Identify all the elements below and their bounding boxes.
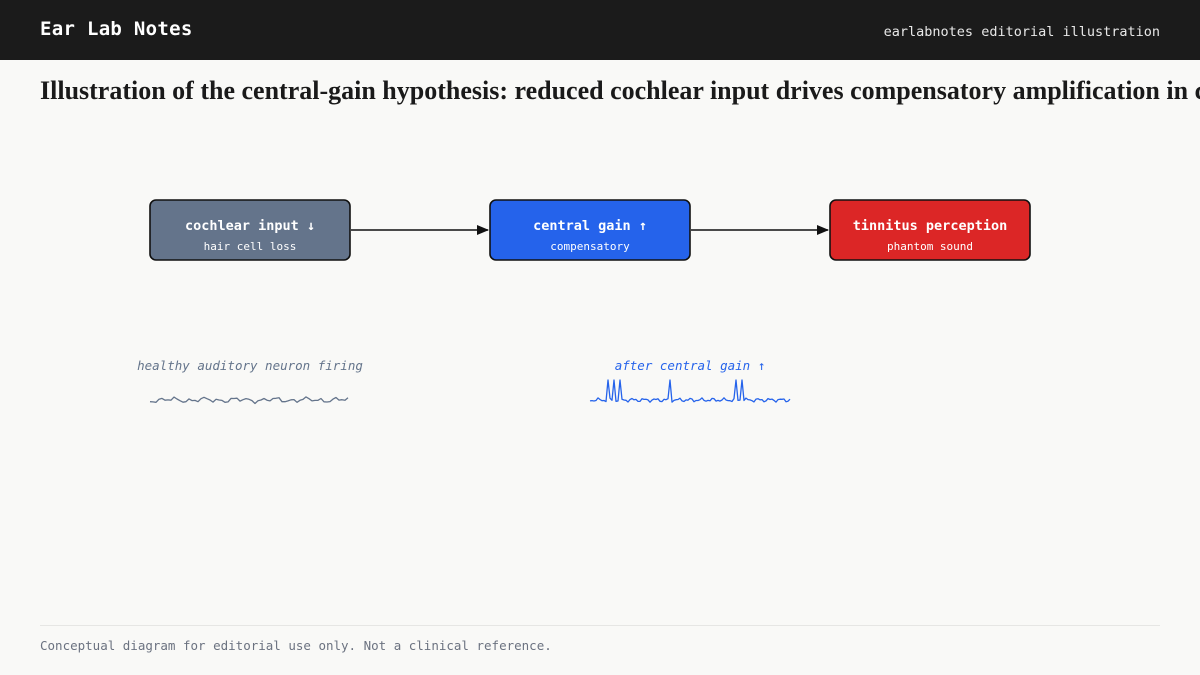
trace-after-gain: after central gain ↑: [589, 358, 791, 403]
trace-healthy-waveform: [149, 396, 349, 405]
footer-disclaimer: Conceptual diagram for editorial use onl…: [40, 638, 552, 653]
node-tinnitus-perception-title: tinnitus perception: [853, 218, 1007, 234]
node-tinnitus-perception: tinnitus perception phantom sound: [829, 199, 1031, 261]
node-central-gain-title: central gain ↑: [533, 218, 647, 234]
trace-after-gain-waveform: [589, 379, 791, 403]
trace-after-gain-label: after central gain ↑: [615, 358, 766, 373]
trace-healthy: healthy auditory neuron firing: [137, 358, 363, 405]
node-central-gain-subtitle: compensatory: [550, 240, 630, 253]
footer-divider: [40, 625, 1160, 626]
trace-healthy-label: healthy auditory neuron firing: [137, 358, 363, 373]
node-central-gain: central gain ↑ compensatory: [489, 199, 691, 261]
central-gain-diagram: cochlear input ↓ hair cell loss central …: [137, 199, 1031, 405]
node-cochlear-input-subtitle: hair cell loss: [204, 240, 297, 253]
node-cochlear-input: cochlear input ↓ hair cell loss: [149, 199, 351, 261]
node-tinnitus-perception-subtitle: phantom sound: [887, 240, 973, 253]
node-cochlear-input-title: cochlear input ↓: [185, 218, 315, 234]
